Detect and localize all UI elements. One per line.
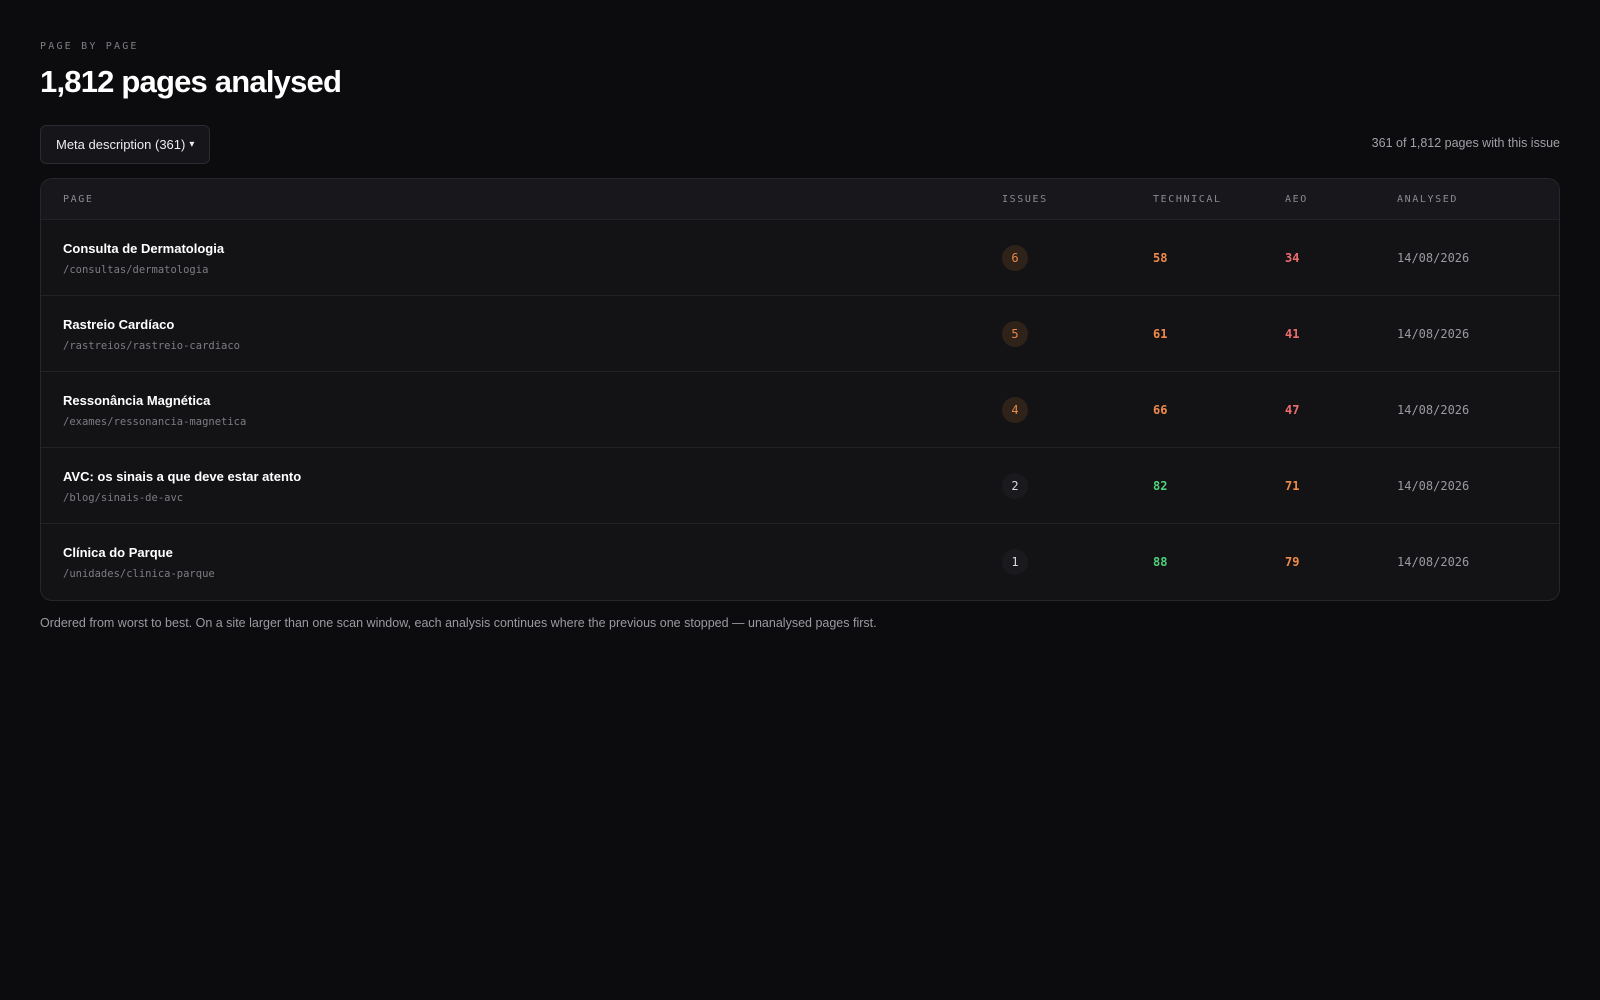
page-path: /rastreios/rastreio-cardiaco bbox=[63, 340, 241, 352]
technical-score: 61 bbox=[1153, 327, 1168, 341]
table-row[interactable]: AVC: os sinais a que deve estar atento /… bbox=[41, 448, 1559, 524]
page-path: /blog/sinais-de-avc bbox=[63, 492, 184, 504]
column-header-technical[interactable]: TECHNICAL bbox=[1153, 194, 1222, 205]
issues-cell: 1 bbox=[1002, 549, 1028, 575]
page-title-text[interactable]: Ressonância Magnética bbox=[63, 393, 246, 408]
aeo-score: 47 bbox=[1285, 403, 1300, 417]
issues-count-badge: 5 bbox=[1002, 321, 1028, 347]
table-header: PAGE ISSUES TECHNICAL AEO ANALYSED bbox=[41, 179, 1559, 220]
issue-filter-dropdown[interactable]: Meta description (361) ▾ bbox=[40, 125, 211, 164]
table-footnote: Ordered from worst to best. On a site la… bbox=[40, 616, 877, 630]
table-row[interactable]: Consulta de Dermatologia /consultas/derm… bbox=[41, 220, 1559, 296]
page-path: /unidades/clinica-parque bbox=[63, 568, 215, 580]
aeo-score: 41 bbox=[1285, 327, 1300, 341]
issue-filter-label: Meta description (361) bbox=[56, 137, 186, 152]
page-title-text[interactable]: Clínica do Parque bbox=[63, 545, 215, 560]
technical-score: 66 bbox=[1153, 403, 1168, 417]
technical-score: 88 bbox=[1153, 555, 1168, 569]
issues-count-badge: 2 bbox=[1002, 473, 1028, 499]
analysed-date: 14/08/2026 bbox=[1397, 479, 1470, 493]
issues-cell: 2 bbox=[1002, 473, 1028, 499]
analysed-date: 14/08/2026 bbox=[1397, 251, 1470, 265]
page-cell: Clínica do Parque /unidades/clinica-parq… bbox=[63, 545, 215, 580]
issues-count-badge: 4 bbox=[1002, 397, 1028, 423]
page-path: /consultas/dermatologia bbox=[63, 264, 209, 276]
pages-table: PAGE ISSUES TECHNICAL AEO ANALYSED Consu… bbox=[40, 178, 1560, 601]
analysed-date: 14/08/2026 bbox=[1397, 555, 1470, 569]
analysed-date: 14/08/2026 bbox=[1397, 403, 1470, 417]
issues-cell: 4 bbox=[1002, 397, 1028, 423]
column-header-page[interactable]: PAGE bbox=[63, 194, 93, 205]
issues-count-badge: 1 bbox=[1002, 549, 1028, 575]
column-header-issues[interactable]: ISSUES bbox=[1002, 194, 1048, 205]
aeo-score: 79 bbox=[1285, 555, 1300, 569]
table-row[interactable]: Rastreio Cardíaco /rastreios/rastreio-ca… bbox=[41, 296, 1559, 372]
page-cell: AVC: os sinais a que deve estar atento /… bbox=[63, 469, 301, 504]
page-cell: Rastreio Cardíaco /rastreios/rastreio-ca… bbox=[63, 317, 240, 352]
analysed-date: 14/08/2026 bbox=[1397, 327, 1470, 341]
issue-count-note: 361 of 1,812 pages with this issue bbox=[1371, 136, 1560, 150]
page-title-text[interactable]: AVC: os sinais a que deve estar atento bbox=[63, 469, 301, 484]
column-header-aeo[interactable]: AEO bbox=[1285, 194, 1308, 205]
issues-cell: 5 bbox=[1002, 321, 1028, 347]
technical-score: 58 bbox=[1153, 251, 1168, 265]
page-title-text[interactable]: Consulta de Dermatologia bbox=[63, 241, 224, 256]
technical-score: 82 bbox=[1153, 479, 1168, 493]
table-row[interactable]: Clínica do Parque /unidades/clinica-parq… bbox=[41, 524, 1559, 600]
page-cell: Ressonância Magnética /exames/ressonanci… bbox=[63, 393, 246, 428]
page-cell: Consulta de Dermatologia /consultas/derm… bbox=[63, 241, 224, 276]
section-eyebrow: PAGE BY PAGE bbox=[40, 41, 139, 52]
column-header-analysed[interactable]: ANALYSED bbox=[1397, 194, 1458, 205]
page-title-text[interactable]: Rastreio Cardíaco bbox=[63, 317, 240, 332]
issues-count-badge: 6 bbox=[1002, 245, 1028, 271]
aeo-score: 71 bbox=[1285, 479, 1300, 493]
page-title: 1,812 pages analysed bbox=[40, 64, 342, 99]
issues-cell: 6 bbox=[1002, 245, 1028, 271]
aeo-score: 34 bbox=[1285, 251, 1300, 265]
table-row[interactable]: Ressonância Magnética /exames/ressonanci… bbox=[41, 372, 1559, 448]
chevron-down-icon: ▾ bbox=[189, 139, 195, 150]
page-path: /exames/ressonancia-magnetica bbox=[63, 416, 247, 428]
